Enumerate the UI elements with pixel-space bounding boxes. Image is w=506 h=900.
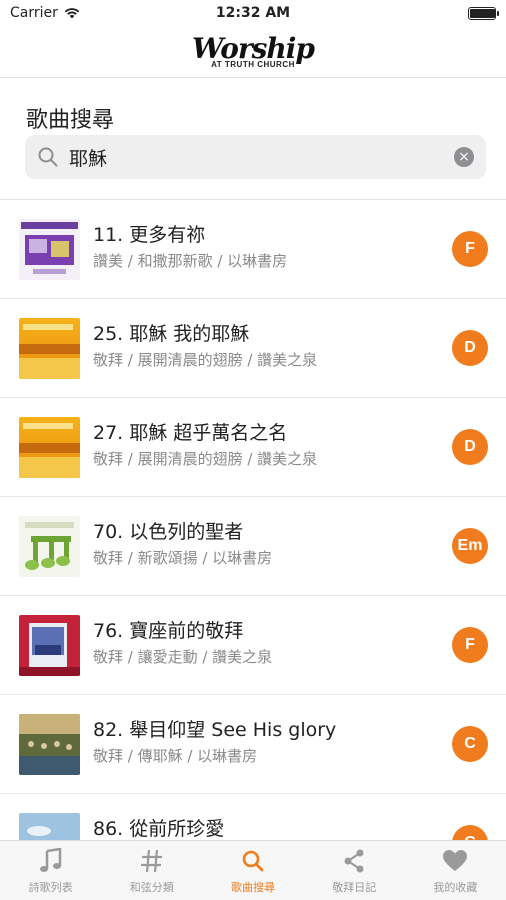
tab-label: 我的收藏 — [433, 881, 478, 894]
album-thumbnail — [19, 714, 80, 775]
tab-favorites[interactable]: 我的收藏 — [405, 841, 506, 900]
key-badge[interactable]: F — [452, 627, 488, 663]
song-title: 27. 耶穌 超乎萬名之名 — [93, 422, 288, 444]
tab-chord-category[interactable]: 和弦分類 — [101, 841, 202, 900]
key-badge[interactable]: Em — [452, 528, 488, 564]
song-row[interactable]: 82. 舉目仰望 See His glory 敬拜 / 傳耶穌 / 以琳書房 C — [0, 695, 506, 794]
search-icon — [38, 147, 58, 167]
song-row[interactable]: 70. 以色列的聖者 敬拜 / 新歌頌揚 / 以琳書房 Em — [0, 497, 506, 596]
key-badge[interactable]: D — [452, 330, 488, 366]
song-list[interactable]: 11. 更多有祢 讚美 / 和撒那新歌 / 以琳書房 F 25. 耶穌 我的耶穌… — [0, 200, 506, 840]
album-thumbnail — [19, 417, 80, 478]
song-title: 86. 從前所珍愛 — [93, 818, 225, 840]
search-input[interactable] — [69, 146, 454, 168]
nav-header: Worship AT TRUTH CHURCH — [0, 26, 506, 78]
status-bar: Carrier 12:32 AM — [0, 0, 506, 26]
key-badge[interactable]: C — [452, 825, 488, 840]
album-thumbnail — [19, 615, 80, 676]
song-meta: 敬拜 / 傳耶穌 / 以琳書房 — [93, 747, 258, 765]
tab-label: 敬拜日記 — [332, 881, 377, 894]
page-title: 歌曲搜尋 — [26, 108, 115, 133]
share-icon — [340, 847, 368, 875]
tab-label: 歌曲搜尋 — [231, 881, 275, 894]
tab-worship-diary[interactable]: 敬拜日記 — [304, 841, 405, 900]
tab-song-list[interactable]: 詩歌列表 — [0, 841, 101, 900]
key-badge[interactable]: D — [452, 429, 488, 465]
song-title: 25. 耶穌 我的耶穌 — [93, 323, 250, 345]
song-row[interactable]: 11. 更多有祢 讚美 / 和撒那新歌 / 以琳書房 F — [0, 200, 506, 299]
search-icon — [239, 847, 267, 875]
key-badge[interactable]: F — [452, 231, 488, 267]
music-note-icon — [37, 847, 65, 875]
album-thumbnail — [19, 219, 80, 280]
hash-icon — [138, 847, 166, 875]
key-badge[interactable]: C — [452, 726, 488, 762]
album-thumbnail — [19, 813, 80, 840]
song-meta: 讚美 / 和撒那新歌 / 以琳書房 — [93, 252, 288, 270]
clear-search-button[interactable]: × — [454, 147, 474, 167]
tab-label: 詩歌列表 — [28, 881, 73, 894]
heart-icon — [441, 847, 469, 875]
song-meta: 敬拜 / 新歌頌揚 / 以琳書房 — [93, 549, 273, 567]
song-row[interactable]: 25. 耶穌 我的耶穌 敬拜 / 展開清晨的翅膀 / 讚美之泉 D — [0, 299, 506, 398]
song-row[interactable]: 27. 耶穌 超乎萬名之名 敬拜 / 展開清晨的翅膀 / 讚美之泉 D — [0, 398, 506, 497]
logo-title: Worship — [192, 31, 315, 65]
close-icon: × — [458, 149, 470, 165]
battery-icon — [468, 7, 499, 20]
album-thumbnail — [19, 318, 80, 379]
song-title: 82. 舉目仰望 See His glory — [93, 719, 337, 741]
search-bar[interactable]: × — [25, 135, 486, 179]
song-meta: 敬拜 / 展開清晨的翅膀 / 讚美之泉 — [93, 351, 318, 369]
tab-bar: 詩歌列表 和弦分類 歌曲搜尋 敬拜日記 我的收藏 — [0, 840, 506, 900]
clock: 12:32 AM — [215, 5, 291, 21]
tab-label: 和弦分類 — [129, 881, 174, 894]
song-title: 11. 更多有祢 — [93, 224, 206, 246]
song-title: 76. 寶座前的敬拜 — [93, 620, 244, 642]
song-row[interactable]: 86. 從前所珍愛 C — [0, 794, 506, 840]
song-meta: 敬拜 / 展開清晨的翅膀 / 讚美之泉 — [93, 450, 318, 468]
app-logo: Worship AT TRUTH CHURCH — [192, 31, 315, 69]
song-row[interactable]: 76. 寶座前的敬拜 敬拜 / 讓愛走動 / 讚美之泉 F — [0, 596, 506, 695]
tab-song-search[interactable]: 歌曲搜尋 — [202, 841, 303, 900]
song-title: 70. 以色列的聖者 — [93, 521, 244, 543]
search-section: 歌曲搜尋 × — [0, 78, 506, 200]
album-thumbnail — [19, 516, 80, 577]
song-meta: 敬拜 / 讓愛走動 / 讚美之泉 — [93, 648, 273, 666]
